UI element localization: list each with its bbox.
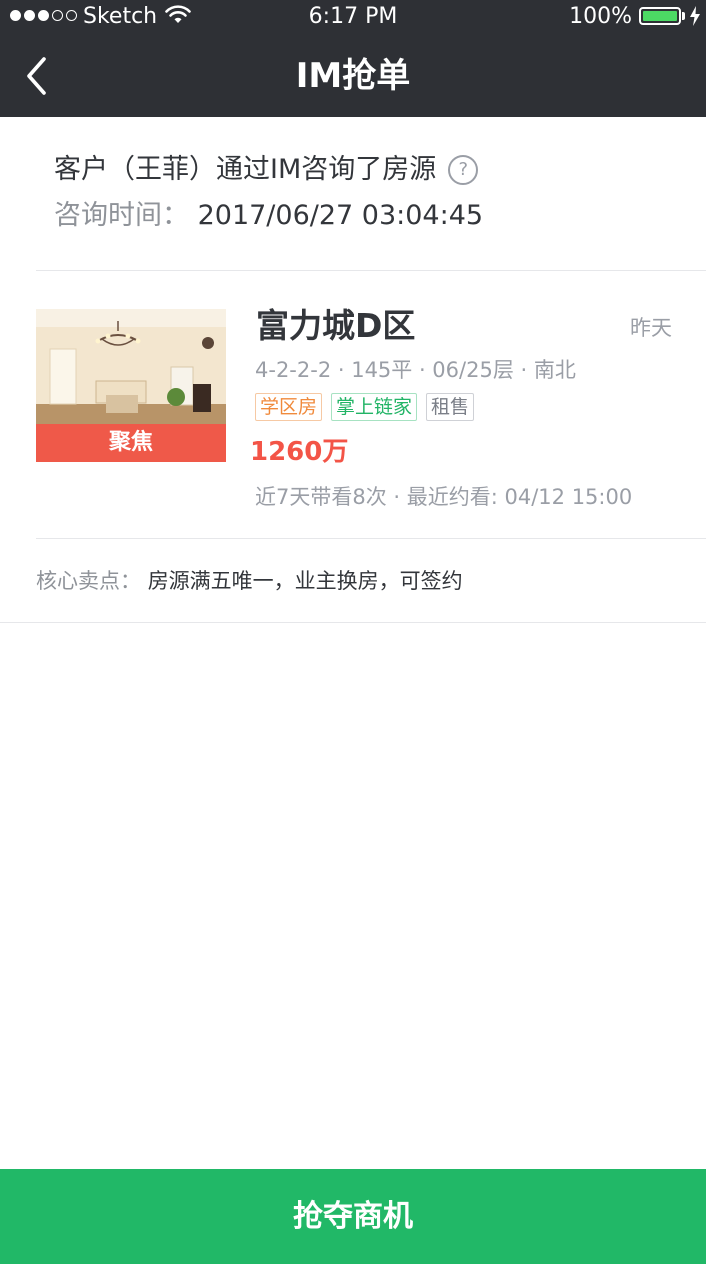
consult-info: 客户（王菲）通过IM咨询了房源 ? 咨询时间： 2017/06/27 03:04…: [54, 150, 674, 236]
house-date: 昨天: [630, 316, 672, 340]
house-tags: 学区房 掌上链家 租售: [255, 393, 475, 421]
selling-points-label: 核心卖点：: [36, 569, 141, 593]
question-circle-icon[interactable]: ?: [448, 155, 479, 185]
divider: [36, 538, 706, 539]
im-grab-order-screen: Sketch 6:17 PM 100% IM抢单 客户（王菲）通过IM咨询了房源…: [0, 0, 706, 1264]
battery-level: [643, 11, 677, 21]
charging-bolt-icon: [690, 6, 700, 26]
selling-points-value: 房源满五唯一，业主换房，可签约: [147, 569, 463, 593]
focus-badge: 聚焦: [36, 424, 226, 462]
house-photo: 聚焦: [36, 309, 226, 462]
battery-percent: 100%: [569, 4, 632, 29]
house-price: 1260万: [250, 437, 349, 467]
consult-time-label: 咨询时间：: [54, 200, 189, 231]
house-specs: 4-2-2-2 · 145平 · 06/25层 · 南北: [255, 358, 576, 382]
selling-points: 核心卖点： 房源满五唯一，业主换房，可签约: [36, 566, 463, 596]
house-card[interactable]: 聚焦 富力城D区 昨天 4-2-2-2 · 145平 · 06/25层 · 南北…: [36, 300, 676, 522]
divider: [36, 270, 706, 271]
battery-tip: [682, 12, 685, 20]
consult-time-row: 咨询时间： 2017/06/27 03:04:45: [54, 196, 674, 236]
page-title: IM抢单: [295, 56, 411, 96]
status-bar: Sketch 6:17 PM 100%: [0, 0, 706, 34]
tag-mobile-lianjia: 掌上链家: [331, 393, 418, 421]
tag-rent-sale: 租售: [426, 393, 475, 421]
consult-message-row: 客户（王菲）通过IM咨询了房源 ?: [54, 150, 674, 190]
divider: [0, 622, 706, 623]
consult-time-value: 2017/06/27 03:04:45: [197, 200, 484, 231]
navigation-bar: IM抢单: [0, 40, 706, 112]
tag-school-district: 学区房: [255, 393, 323, 421]
house-visits: 近7天带看8次 · 最近约看: 04/12 15:00: [255, 485, 633, 509]
battery-icon: [639, 7, 681, 25]
house-title: 富力城D区: [256, 306, 416, 345]
top-bar: Sketch 6:17 PM 100% IM抢单: [0, 0, 706, 117]
consult-message: 客户（王菲）通过IM咨询了房源: [54, 154, 437, 185]
grab-opportunity-button[interactable]: 抢夺商机: [0, 1169, 706, 1264]
